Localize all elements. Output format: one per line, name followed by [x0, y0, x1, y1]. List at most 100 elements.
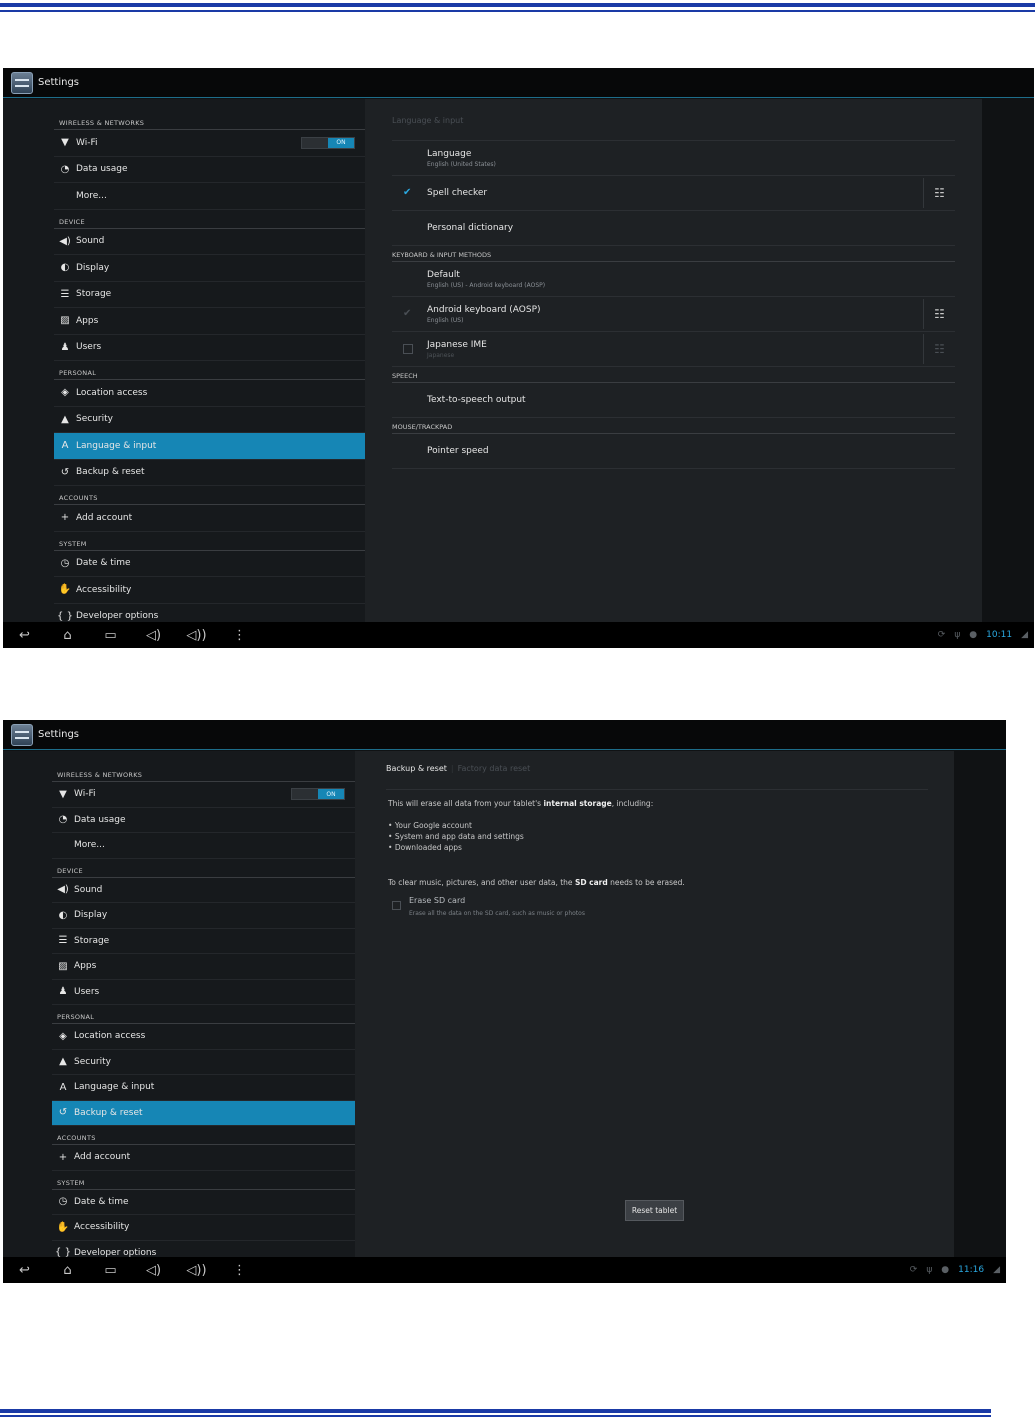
pref-personal-dictionary[interactable]: Personal dictionary: [392, 211, 955, 246]
checkbox[interactable]: ✔: [403, 309, 413, 319]
recents-button[interactable]: ▭: [89, 628, 132, 643]
pref-title: Spell checker: [427, 188, 488, 198]
storage-icon: ☰: [58, 935, 68, 947]
location-icon: ◈: [61, 387, 69, 399]
system-nav-bar: ↩ ⌂ ▭ ◁) ◁)) ⋮ ⟳ ψ ● 10:11 ◢: [3, 622, 1034, 648]
back-button[interactable]: ↩: [3, 628, 46, 643]
sidebar-item-display[interactable]: ◐ Display: [52, 903, 355, 929]
pref-android-keyboard-aosp[interactable]: ✔ Android keyboard (AOSP) English (US) ☷: [392, 297, 955, 332]
sidebar-item-date-time[interactable]: ◷ Date & time: [52, 1190, 355, 1215]
intro-text: This will erase all data from your table…: [388, 799, 654, 808]
sidebar-item-data-usage[interactable]: ◔ Data usage: [54, 157, 365, 183]
sidebar-item-wi-fi[interactable]: ▼ Wi-Fi ON: [52, 782, 355, 808]
sidebar-item-label: Location access: [74, 1031, 146, 1042]
sidebar-item-label: Security: [74, 1056, 111, 1067]
system-nav-bar: ↩ ⌂ ▭ ◁) ◁)) ⋮ ⟳ ψ ● 11:16 ◢: [3, 1257, 1006, 1283]
settings-sliders-icon[interactable]: ☷: [923, 178, 955, 208]
sidebar-item-label: Data usage: [76, 164, 128, 175]
recents-button[interactable]: ▭: [89, 1263, 132, 1278]
sidebar-section-header: PERSONAL: [52, 1005, 355, 1024]
sidebar-item-accessibility[interactable]: ✋ Accessibility: [52, 1215, 355, 1241]
lock-icon: ▲: [61, 413, 69, 425]
sidebar-item-wi-fi[interactable]: ▼ Wi-Fi ON: [54, 130, 365, 157]
sidebar-item-storage[interactable]: ☰ Storage: [52, 929, 355, 954]
settings-sliders-icon[interactable]: ☷: [923, 299, 955, 329]
erase-sd-card-option[interactable]: Erase SD card Erase all the data on the …: [392, 896, 792, 924]
sidebar-item-accessibility[interactable]: ✋ Accessibility: [54, 577, 365, 604]
notification-icon[interactable]: ●: [969, 630, 977, 640]
sidebar-item-label: Add account: [74, 1152, 131, 1163]
checkbox[interactable]: ✔: [403, 188, 413, 198]
pref-title: Japanese IME: [427, 339, 487, 350]
sidebar-item-security[interactable]: ▲ Security: [52, 1050, 355, 1075]
sync-icon[interactable]: ⟳: [910, 1265, 918, 1275]
wifi-toggle[interactable]: ON: [291, 788, 345, 801]
erase-sd-checkbox[interactable]: [392, 901, 401, 910]
home-button[interactable]: ⌂: [46, 628, 89, 643]
sidebar-item-security[interactable]: ▲ Security: [54, 407, 365, 433]
sidebar-item-add-account[interactable]: + Add account: [54, 505, 365, 532]
pref-title: Pointer speed: [427, 446, 489, 456]
notification-icon[interactable]: ●: [941, 1265, 949, 1275]
sidebar-item-location-access[interactable]: ◈ Location access: [54, 380, 365, 407]
title-bar: Settings: [3, 720, 1006, 750]
breadcrumb-separator: |: [450, 764, 454, 773]
pref-default[interactable]: Default English (US) - Android keyboard (…: [392, 262, 955, 297]
sidebar-item-label: Users: [76, 342, 102, 353]
sidebar-item-more[interactable]: More...: [52, 833, 355, 859]
usb-icon[interactable]: ψ: [926, 1265, 932, 1275]
sidebar-item-storage[interactable]: ☰ Storage: [54, 282, 365, 308]
sidebar-item-apps[interactable]: ▨ Apps: [54, 308, 365, 335]
volume-up-button[interactable]: ◁)): [175, 628, 218, 643]
sidebar-item-add-account[interactable]: + Add account: [52, 1145, 355, 1171]
sidebar-item-label: Location access: [76, 387, 148, 398]
sync-icon[interactable]: ⟳: [938, 630, 946, 640]
checkbox[interactable]: [403, 344, 413, 354]
sidebar-item-backup-reset[interactable]: ↺ Backup & reset: [52, 1100, 355, 1126]
pane-title: Language & input: [392, 99, 955, 141]
data-usage-icon: ◔: [60, 163, 70, 175]
sidebar-item-more[interactable]: More...: [54, 183, 365, 210]
reset-tablet-button[interactable]: Reset tablet: [625, 1200, 684, 1221]
back-button[interactable]: ↩: [3, 1263, 46, 1278]
erase-list-item: • System and app data and settings: [388, 831, 524, 842]
sidebar-item-users[interactable]: ♟ Users: [54, 335, 365, 361]
sidebar-item-label: Apps: [74, 961, 97, 972]
sidebar-item-language-input[interactable]: A Language & input: [54, 433, 365, 460]
sidebar-item-apps[interactable]: ▨ Apps: [52, 954, 355, 980]
sidebar-item-data-usage[interactable]: ◔ Data usage: [52, 808, 355, 833]
volume-down-button[interactable]: ◁): [132, 628, 175, 643]
pref-spell-checker[interactable]: ✔ Spell checker ☷: [392, 176, 955, 211]
tab-backup-reset[interactable]: Backup & reset: [386, 764, 447, 773]
top-rule-thick: [0, 3, 1035, 7]
sidebar-item-label: Sound: [74, 884, 103, 895]
pref-pointer-speed[interactable]: Pointer speed: [392, 434, 955, 469]
pref-language[interactable]: Language English (United States): [392, 141, 955, 176]
menu-button[interactable]: ⋮: [218, 1263, 261, 1278]
volume-down-button[interactable]: ◁): [132, 1263, 175, 1278]
sidebar-item-label: Wi-Fi: [76, 137, 98, 148]
usb-icon[interactable]: ψ: [954, 630, 960, 640]
sidebar-item-label: Language & input: [74, 1082, 155, 1093]
sidebar-section-header: SYSTEM: [54, 532, 365, 551]
volume-up-button[interactable]: ◁)): [175, 1263, 218, 1278]
sidebar-item-sound[interactable]: ◀) Sound: [54, 229, 365, 255]
home-button[interactable]: ⌂: [46, 1263, 89, 1278]
title-bar: Settings: [3, 68, 1034, 98]
sidebar-item-display[interactable]: ◐ Display: [54, 255, 365, 282]
sidebar-item-language-input[interactable]: A Language & input: [52, 1075, 355, 1101]
category-header: MOUSE/TRACKPAD: [392, 418, 955, 434]
sidebar-item-backup-reset[interactable]: ↺ Backup & reset: [54, 460, 365, 486]
bullet-text: Your Google account: [394, 821, 472, 830]
sidebar-item-location-access[interactable]: ◈ Location access: [52, 1024, 355, 1050]
sidebar-item-users[interactable]: ♟ Users: [52, 980, 355, 1005]
sidebar-item-date-time[interactable]: ◷ Date & time: [54, 551, 365, 577]
menu-button[interactable]: ⋮: [218, 628, 261, 643]
settings-sliders-icon[interactable]: ☷: [923, 334, 955, 364]
sidebar-item-label: Sound: [76, 236, 105, 247]
pref-japanese-ime[interactable]: Japanese IME Japanese ☷: [392, 332, 955, 367]
sidebar-item-sound[interactable]: ◀) Sound: [52, 878, 355, 903]
tab-factory-data-reset[interactable]: Factory data reset: [458, 764, 531, 773]
pref-text-to-speech-output[interactable]: Text-to-speech output: [392, 383, 955, 418]
wifi-toggle[interactable]: ON: [301, 136, 355, 149]
